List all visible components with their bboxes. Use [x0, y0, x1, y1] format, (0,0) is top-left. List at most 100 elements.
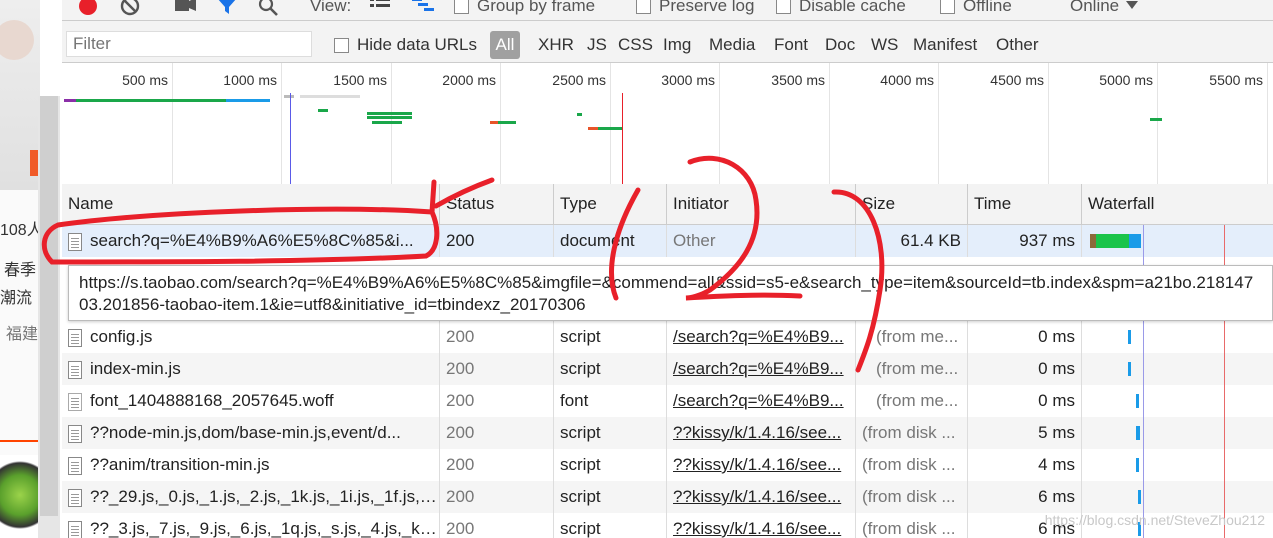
type-filter-all[interactable]: All: [490, 31, 520, 59]
record-icon[interactable]: [78, 0, 98, 20]
request-waterfall: [1082, 353, 1273, 385]
timeline-gridline: [1267, 63, 1268, 184]
request-size: (from me...: [856, 385, 968, 417]
timeline-tick-label: 500 ms: [122, 72, 168, 88]
type-filter-font[interactable]: Font: [774, 35, 808, 55]
clear-icon[interactable]: [120, 0, 142, 20]
request-time: 937 ms: [968, 225, 1082, 257]
camera-icon[interactable]: [174, 0, 198, 20]
request-name[interactable]: ??_29.js,_0.js,_1.js,_2.js,_1k.js,_1i.js…: [62, 481, 440, 513]
table-row[interactable]: ??_29.js,_0.js,_1.js,_2.js,_1k.js,_1i.js…: [62, 481, 1273, 513]
type-filter-manifest[interactable]: Manifest: [913, 35, 977, 55]
page-divider: [0, 440, 40, 442]
request-name[interactable]: index-min.js: [62, 353, 440, 385]
table-row[interactable]: ??node-min.js,dom/base-min.js,event/d...…: [62, 417, 1273, 449]
request-initiator-link[interactable]: /search?q=%E4%B9...: [667, 385, 856, 417]
request-name[interactable]: search?q=%E4%B9%A6%E5%8C%85&i...: [62, 225, 440, 257]
type-filter-other[interactable]: Other: [996, 35, 1039, 55]
request-status: 200: [440, 417, 554, 449]
filter-icon[interactable]: [216, 0, 238, 20]
column-header-size[interactable]: Size: [856, 184, 968, 224]
column-header-type[interactable]: Type: [554, 184, 667, 224]
timeline-gridline: [1048, 63, 1049, 184]
table-row[interactable]: search?q=%E4%B9%A6%E5%8C%85&i... 200 doc…: [62, 225, 1273, 257]
waterfall-bar: [1128, 362, 1131, 376]
table-row[interactable]: config.js 200 script /search?q=%E4%B9...…: [62, 321, 1273, 353]
type-filter-img[interactable]: Img: [663, 35, 691, 55]
request-name-text: ??node-min.js,dom/base-min.js,event/d...: [90, 423, 401, 442]
column-header-time[interactable]: Time: [968, 184, 1082, 224]
timeline-tick-label: 5500 ms: [1209, 72, 1263, 88]
offline-checkbox[interactable]: Offline: [940, 0, 1012, 16]
request-name[interactable]: font_1404888168_2057645.woff: [62, 385, 440, 417]
request-waterfall: [1082, 417, 1273, 449]
script-file-icon: [68, 456, 82, 475]
chevron-down-icon[interactable]: [1126, 0, 1140, 18]
waterfall-bar: [1136, 458, 1139, 472]
page-scrollbar[interactable]: [38, 96, 60, 538]
type-filter-xhr[interactable]: XHR: [538, 35, 574, 55]
large-rows-icon[interactable]: [370, 0, 392, 20]
column-header-name[interactable]: Name: [62, 184, 440, 224]
page-text-2: 潮流: [0, 290, 33, 307]
request-initiator-link[interactable]: ??kissy/k/1.4.16/see...: [667, 481, 856, 513]
script-file-icon: [68, 488, 82, 507]
column-header-status[interactable]: Status: [440, 184, 554, 224]
script-file-icon: [68, 328, 82, 347]
request-size: (from me...: [856, 353, 968, 385]
request-time: 0 ms: [968, 385, 1082, 417]
page-scrollbar-thumb[interactable]: [40, 96, 58, 516]
disable-cache-checkbox[interactable]: Disable cache: [776, 0, 906, 16]
timeline-bar: [367, 112, 412, 115]
script-file-icon: [68, 360, 82, 379]
request-waterfall: [1082, 321, 1273, 353]
column-header-initiator[interactable]: Initiator: [667, 184, 856, 224]
view-label: View:: [310, 0, 352, 15]
table-row[interactable]: ??anim/transition-min.js 200 script ??ki…: [62, 449, 1273, 481]
column-header-waterfall[interactable]: Waterfall: [1082, 184, 1273, 224]
request-name[interactable]: ??anim/transition-min.js: [62, 449, 440, 481]
timeline-gridline: [829, 63, 830, 184]
type-filter-ws[interactable]: WS: [871, 35, 898, 55]
search-icon[interactable]: [258, 0, 280, 20]
type-filter-doc[interactable]: Doc: [825, 35, 855, 55]
network-overview-timeline[interactable]: 500 ms 1000 ms 1500 ms 2000 ms 2500 ms 3…: [62, 63, 1273, 185]
timeline-bar: [226, 99, 270, 102]
timeline-gridline: [281, 63, 282, 184]
timeline-bar: [372, 121, 402, 124]
overview-icon[interactable]: [412, 0, 436, 20]
throttling-select[interactable]: Online: [1070, 0, 1119, 16]
group-by-frame-checkbox[interactable]: Group by frame: [454, 0, 595, 16]
request-initiator-link[interactable]: /search?q=%E4%B9...: [667, 321, 856, 353]
request-name[interactable]: ??_3.js,_7.js,_9.js,_6.js,_1q.js,_s.js,_…: [62, 513, 440, 538]
preserve-log-checkbox[interactable]: Preserve log: [636, 0, 754, 16]
waterfall-bar: [1128, 330, 1131, 344]
request-name[interactable]: ??node-min.js,dom/base-min.js,event/d...: [62, 417, 440, 449]
request-size: (from disk ...: [856, 513, 968, 538]
request-type: script: [554, 417, 667, 449]
type-filter-css[interactable]: CSS: [618, 35, 653, 55]
request-type: script: [554, 353, 667, 385]
request-name[interactable]: config.js: [62, 321, 440, 353]
request-type: script: [554, 481, 667, 513]
request-waterfall: [1082, 481, 1273, 513]
request-name-text: index-min.js: [90, 359, 181, 378]
timeline-bar: [1150, 118, 1162, 121]
load-event-marker: [622, 93, 623, 184]
filter-input[interactable]: [66, 31, 312, 57]
table-row[interactable]: font_1404888168_2057645.woff 200 font /s…: [62, 385, 1273, 417]
request-initiator-link[interactable]: ??kissy/k/1.4.16/see...: [667, 513, 856, 538]
table-row[interactable]: index-min.js 200 script /search?q=%E4%B9…: [62, 353, 1273, 385]
request-size: 61.4 KB: [856, 225, 968, 257]
background-webpage-strip: 108人 春季 潮流 福建: [0, 0, 40, 538]
request-initiator-link[interactable]: ??kissy/k/1.4.16/see...: [667, 449, 856, 481]
script-file-icon: [68, 520, 82, 538]
type-filter-js[interactable]: JS: [587, 35, 607, 55]
waterfall-bar: [1138, 490, 1141, 504]
request-initiator-link[interactable]: ??kissy/k/1.4.16/see...: [667, 417, 856, 449]
hide-data-urls-checkbox[interactable]: Hide data URLs: [334, 35, 477, 55]
request-initiator-link[interactable]: /search?q=%E4%B9...: [667, 353, 856, 385]
watermark: https://blog.csdn.net/SteveZhou212: [1044, 512, 1265, 528]
type-filter-media[interactable]: Media: [709, 35, 755, 55]
request-status: 200: [440, 513, 554, 538]
